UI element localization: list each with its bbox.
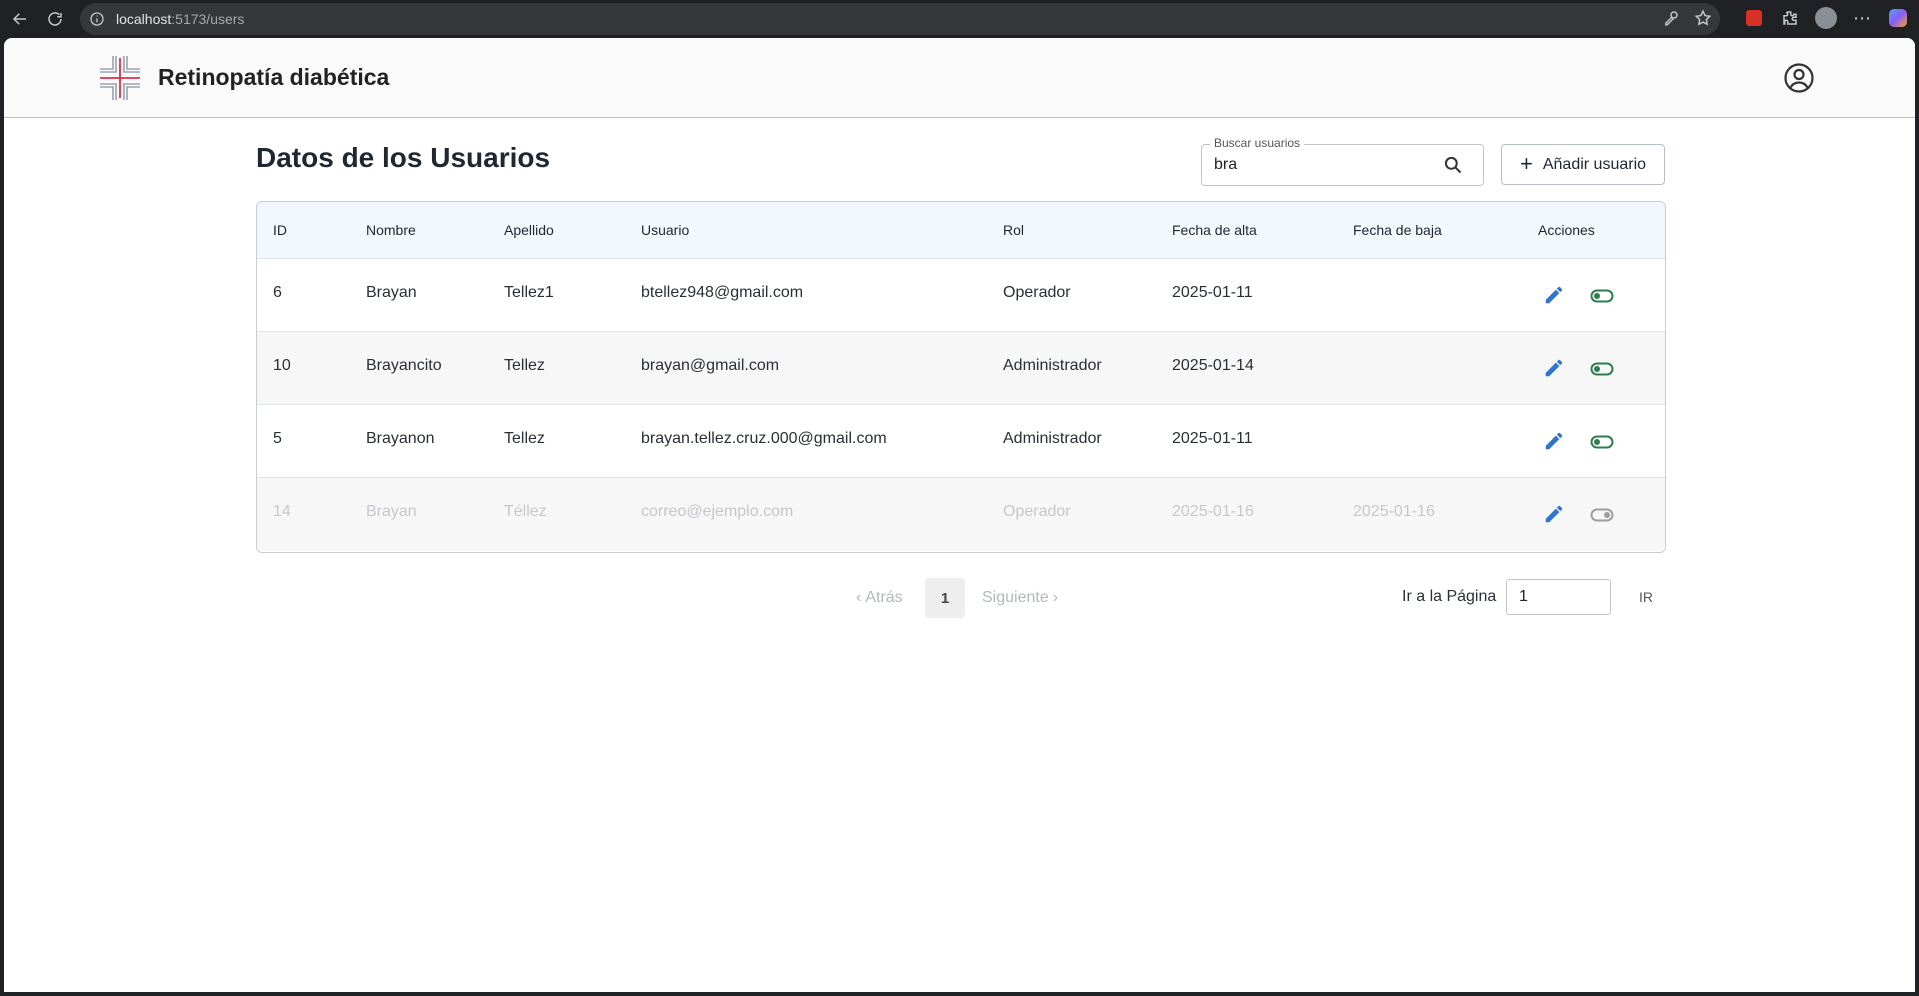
cell-id: 6 (273, 284, 282, 301)
extensions-puzzle-icon[interactable] (1779, 7, 1801, 29)
address-url: localhost:5173/users (116, 11, 244, 27)
table-header: ID Nombre Apellido Usuario Rol Fecha de … (257, 202, 1665, 259)
cell-fecha-baja: 2025-01-16 (1353, 503, 1435, 520)
page-title: Datos de los Usuarios (256, 142, 551, 173)
cell-id: 14 (273, 503, 291, 520)
cell-fecha-alta: 2025-01-16 (1172, 503, 1254, 520)
pagination-next-button[interactable]: Siguiente › (982, 578, 1058, 618)
toggle-on-icon[interactable] (1590, 359, 1614, 379)
edit-pencil-icon[interactable] (1543, 503, 1565, 525)
cell-rol: Operador (1003, 503, 1071, 520)
chevron-right-icon: › (1052, 589, 1059, 606)
table-row: 14 Brayan Téllez correo@ejemplo.com Oper… (257, 478, 1665, 551)
app-header: Retinopatía diabética (4, 38, 1915, 118)
header-apellido[interactable]: Apellido (504, 222, 554, 238)
cell-id: 5 (273, 430, 282, 447)
search-icon[interactable] (1443, 155, 1463, 175)
goto-page-input[interactable] (1506, 579, 1611, 615)
cell-apellido: Tellez (504, 357, 545, 374)
edit-pencil-icon[interactable] (1543, 357, 1565, 379)
search-label: Buscar usuarios (1210, 136, 1305, 150)
logo-icon (100, 56, 140, 100)
edit-pencil-icon[interactable] (1543, 430, 1565, 452)
cell-fecha-alta: 2025-01-11 (1172, 430, 1253, 447)
copilot-icon[interactable] (1887, 7, 1909, 29)
more-menu-icon[interactable]: ⋯ (1851, 7, 1873, 29)
cell-fecha-alta: 2025-01-11 (1172, 284, 1253, 301)
address-bar[interactable]: localhost:5173/users (80, 3, 1720, 35)
pagination-next-label: Siguiente (982, 589, 1049, 606)
add-user-label: Añadir usuario (1542, 155, 1647, 173)
toggle-on-icon[interactable] (1590, 286, 1614, 306)
url-host: localhost (116, 11, 172, 27)
cell-rol: Operador (1003, 284, 1071, 301)
edit-pencil-icon[interactable] (1543, 284, 1565, 306)
cell-usuario: correo@ejemplo.com (641, 503, 794, 520)
cell-usuario: brayan@gmail.com (641, 357, 780, 374)
header-id[interactable]: ID (273, 222, 287, 238)
table-row: 5 Brayanon Tellez brayan.tellez.cruz.000… (257, 405, 1665, 478)
browser-toolbar: localhost:5173/users ⋯ (0, 0, 1919, 38)
cell-apellido: Tellez1 (504, 284, 554, 301)
toggle-on-icon[interactable] (1590, 432, 1614, 452)
cell-apellido: Téllez (504, 503, 547, 520)
site-info-icon[interactable] (88, 10, 106, 28)
cell-rol: Administrador (1003, 430, 1102, 447)
cell-usuario: brayan.tellez.cruz.000@gmail.com (641, 430, 887, 447)
account-circle-icon[interactable] (1783, 62, 1815, 94)
cell-nombre: Brayan (366, 284, 417, 301)
bookmark-star-icon[interactable] (1694, 9, 1712, 32)
header-acciones: Acciones (1538, 222, 1595, 238)
extension-icon[interactable] (1743, 7, 1765, 29)
cell-apellido: Tellez (504, 430, 545, 447)
header-nombre[interactable]: Nombre (366, 222, 416, 238)
page-viewport: Retinopatía diabética Datos de los Usuar… (4, 38, 1915, 992)
key-icon[interactable] (1662, 9, 1680, 32)
cell-fecha-alta: 2025-01-14 (1172, 357, 1254, 374)
toggle-off-icon[interactable] (1590, 505, 1614, 525)
profile-avatar-icon[interactable] (1815, 7, 1837, 29)
header-usuario[interactable]: Usuario (641, 222, 689, 238)
cell-id: 10 (273, 357, 291, 374)
back-icon[interactable] (8, 7, 32, 31)
cell-nombre: Brayanon (366, 430, 435, 447)
cell-rol: Administrador (1003, 357, 1102, 374)
cell-nombre: Brayancito (366, 357, 442, 374)
cell-nombre: Brayan (366, 503, 417, 520)
goto-page-button[interactable]: IR (1631, 579, 1661, 615)
users-table: ID Nombre Apellido Usuario Rol Fecha de … (256, 201, 1666, 553)
cell-usuario: btellez948@gmail.com (641, 284, 804, 301)
reload-icon[interactable] (43, 7, 67, 31)
search-input[interactable] (1214, 153, 1434, 177)
add-user-button[interactable]: + Añadir usuario (1501, 144, 1665, 185)
app-title: Retinopatía diabética (158, 64, 390, 90)
header-fecha-alta[interactable]: Fecha de alta (1172, 222, 1257, 238)
table-row: 10 Brayancito Tellez brayan@gmail.com Ad… (257, 332, 1665, 405)
pagination-prev-button[interactable]: ‹ Atrás (856, 578, 903, 618)
url-path: :5173/users (171, 11, 245, 27)
pagination-prev-label: Atrás (865, 589, 903, 606)
goto-page-label: Ir a la Página (1402, 588, 1497, 605)
pagination-page-current[interactable]: 1 (925, 578, 965, 618)
table-row: 6 Brayan Tellez1 btellez948@gmail.com Op… (257, 259, 1665, 332)
plus-icon: + (1519, 150, 1533, 176)
search-field[interactable]: Buscar usuarios (1201, 136, 1484, 186)
chevron-left-icon: ‹ (856, 589, 862, 606)
header-fecha-baja[interactable]: Fecha de baja (1353, 222, 1442, 238)
header-rol[interactable]: Rol (1003, 222, 1024, 238)
